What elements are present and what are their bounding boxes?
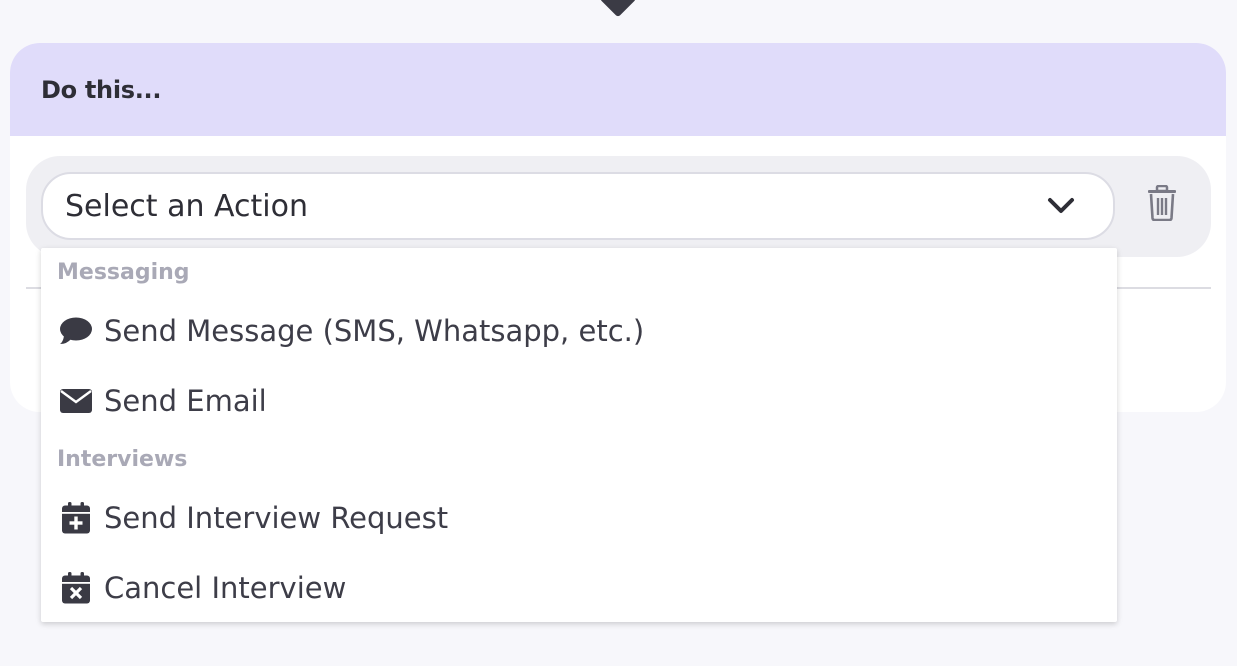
menu-item-label: Send Message (SMS, Whatsapp, etc.) bbox=[104, 314, 645, 348]
menu-item-cancel-interview[interactable]: Cancel Interview bbox=[41, 558, 1117, 618]
chevron-down-icon bbox=[1048, 198, 1074, 213]
group-label-interviews: Interviews bbox=[57, 447, 188, 472]
flow-connector-arrow bbox=[599, 0, 637, 18]
trash-icon[interactable] bbox=[1147, 185, 1177, 221]
card-header: Do this... bbox=[10, 43, 1226, 136]
chat-bubble-icon bbox=[59, 314, 93, 348]
envelope-icon bbox=[59, 384, 93, 418]
action-select[interactable]: Select an Action bbox=[41, 172, 1115, 240]
menu-item-label: Send Email bbox=[104, 384, 267, 418]
menu-item-send-interview-request[interactable]: Send Interview Request bbox=[41, 488, 1117, 548]
action-dropdown-menu: Messaging Send Message (SMS, Whatsapp, e… bbox=[41, 248, 1117, 622]
menu-item-label: Send Interview Request bbox=[104, 501, 449, 535]
menu-item-send-message[interactable]: Send Message (SMS, Whatsapp, etc.) bbox=[41, 301, 1117, 361]
group-label-messaging: Messaging bbox=[57, 260, 190, 285]
action-row: Select an Action bbox=[26, 156, 1211, 257]
menu-item-send-email[interactable]: Send Email bbox=[41, 371, 1117, 431]
calendar-x-icon bbox=[59, 571, 93, 605]
card-title: Do this... bbox=[41, 75, 162, 104]
action-select-value: Select an Action bbox=[65, 188, 308, 224]
menu-item-label: Cancel Interview bbox=[104, 571, 347, 605]
calendar-plus-icon bbox=[59, 501, 93, 535]
